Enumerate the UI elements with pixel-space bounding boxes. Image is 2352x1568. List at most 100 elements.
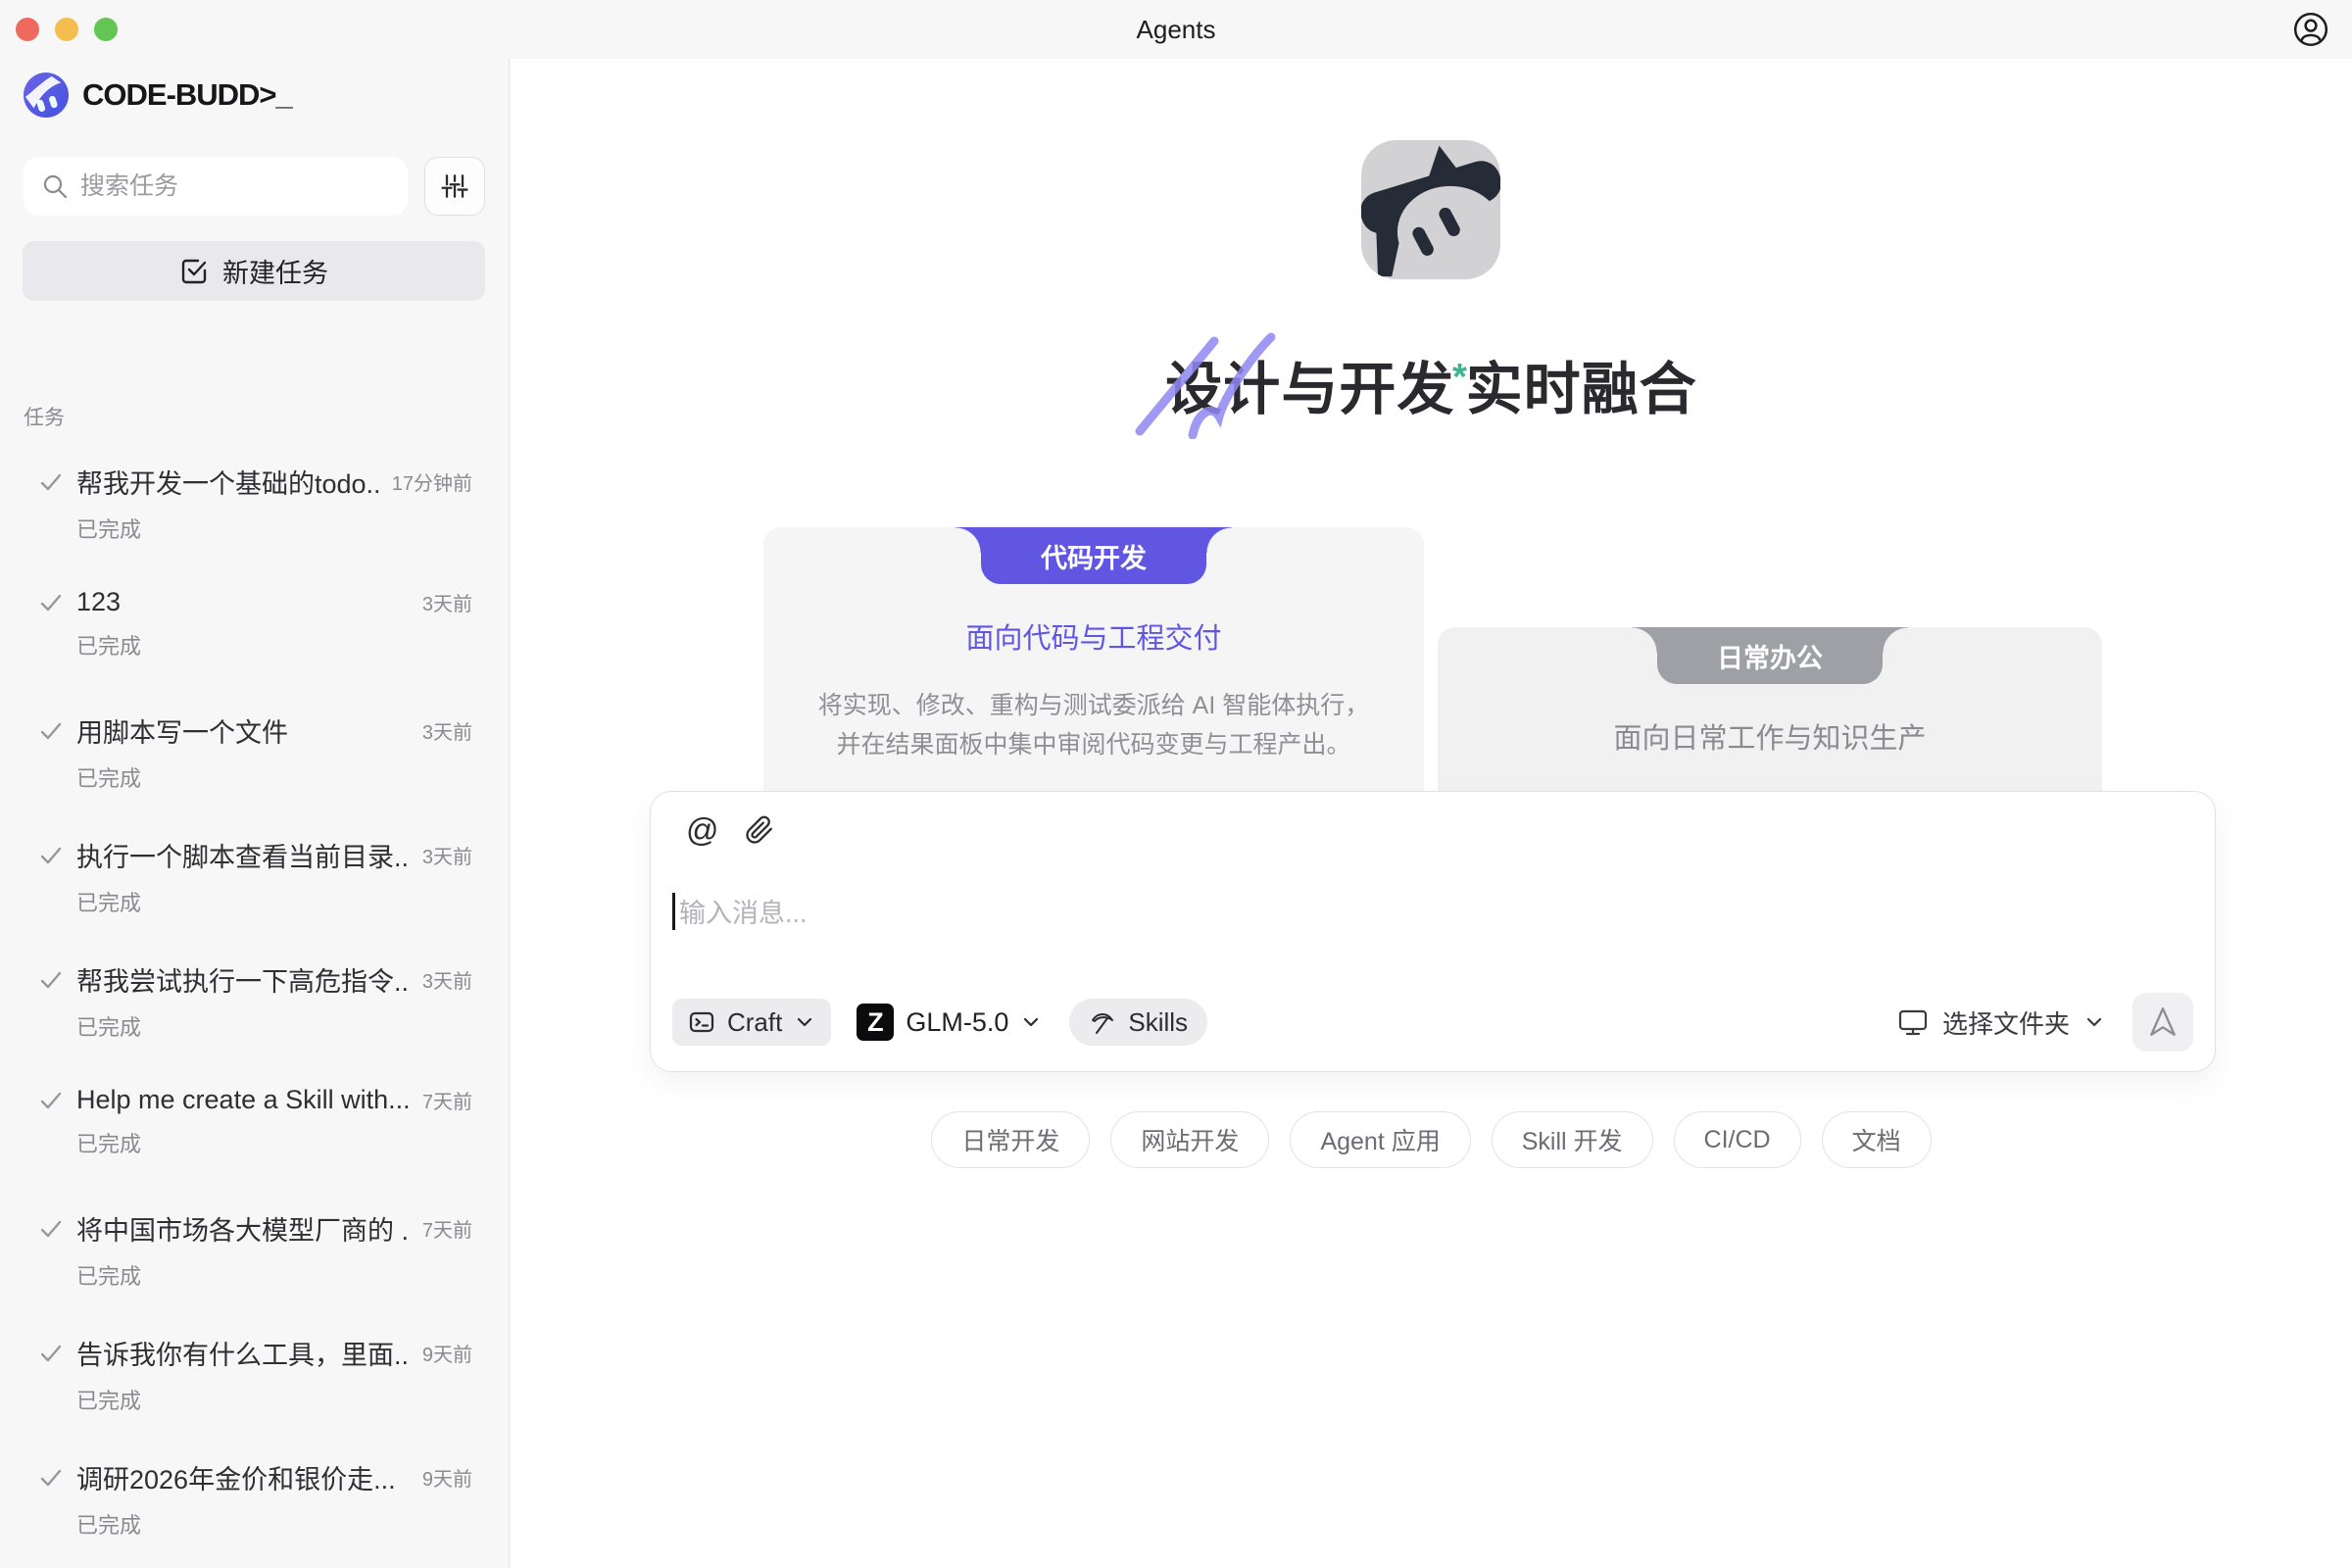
user-icon: [2288, 7, 2333, 52]
hero-title: 设计与开发*实时融合: [511, 343, 2352, 425]
task-time: 7天前: [422, 1214, 472, 1243]
chevron-down-icon: [1020, 1011, 1042, 1033]
task-title: Help me create a Skill with...: [76, 1085, 409, 1115]
check-icon: [39, 844, 63, 867]
task-title: 帮我开发一个基础的todo...: [76, 463, 378, 501]
profile-button[interactable]: [2287, 6, 2334, 53]
code-dev-title: 面向代码与工程交付: [763, 615, 1424, 657]
hero-asterisk: *: [1452, 356, 1468, 398]
chip-skill-dev[interactable]: Skill 开发: [1492, 1111, 1653, 1168]
search-row: [24, 157, 485, 216]
message-input[interactable]: 输入消息...: [672, 892, 2176, 930]
send-plane-icon: [2146, 1005, 2180, 1039]
chip-website-dev[interactable]: 网站开发: [1110, 1111, 1269, 1168]
task-list-item[interactable]: 执行一个脚本查看当前目录...3天前 已完成: [0, 822, 509, 947]
task-title: 将中国市场各大模型厂商的 ...: [76, 1209, 409, 1248]
chip-agent-app[interactable]: Agent 应用: [1290, 1111, 1470, 1168]
pickaxe-icon: [1089, 1008, 1116, 1036]
task-list-item[interactable]: 帮我开发一个基础的todo... 17分钟前 已完成: [0, 449, 509, 573]
mention-icon[interactable]: @: [686, 813, 719, 846]
search-input[interactable]: [80, 172, 390, 201]
code-dev-badge: 代码开发: [981, 527, 1206, 584]
task-time: 9天前: [422, 1339, 472, 1367]
task-list-item[interactable]: 用脚本写一个文件 3天前 已完成: [0, 698, 509, 822]
search-icon: [41, 172, 69, 200]
check-icon: [39, 470, 63, 494]
app-mascot-icon: [1361, 140, 1500, 279]
hero-part1: 设计: [1165, 358, 1281, 421]
task-list-item[interactable]: 调研2026年金价和银价走...9天前 已完成: [0, 1445, 509, 1568]
chevron-down-icon: [2083, 1011, 2105, 1033]
brand-wordmark: CODE-BUDD>_: [82, 77, 292, 113]
task-status: 已完成: [76, 1259, 472, 1291]
check-icon: [39, 719, 63, 743]
task-list-item[interactable]: 告诉我你有什么工具，里面...9天前 已完成: [0, 1320, 509, 1445]
task-time: 3天前: [422, 716, 472, 745]
model-label: GLM-5.0: [906, 1007, 1008, 1038]
craft-label: Craft: [727, 1007, 782, 1038]
check-icon: [39, 591, 63, 614]
new-task-label: 新建任务: [222, 252, 328, 290]
check-icon: [39, 1089, 63, 1112]
task-title: 调研2026年金价和银价走...: [76, 1458, 409, 1496]
task-status: 已完成: [76, 513, 472, 544]
skills-label: Skills: [1128, 1007, 1188, 1038]
check-icon: [39, 1466, 63, 1490]
chip-daily-dev[interactable]: 日常开发: [931, 1111, 1090, 1168]
hero-part3: 实时融合: [1466, 358, 1697, 421]
task-time: 7天前: [422, 1086, 472, 1114]
task-time: 3天前: [422, 841, 472, 869]
check-icon: [39, 1342, 63, 1365]
composer-toolbar: Craft Z GLM-5.0 Skills: [672, 993, 2193, 1052]
hero-part2: 与开发: [1281, 358, 1454, 421]
message-placeholder: 输入消息...: [679, 892, 808, 930]
send-button[interactable]: [2132, 993, 2193, 1052]
task-status: 已完成: [76, 1127, 472, 1158]
task-list-item[interactable]: 将中国市场各大模型厂商的 ... 7天前 已完成: [0, 1196, 509, 1320]
composer-icon-row: @: [686, 813, 774, 846]
model-logo-icon: Z: [857, 1004, 894, 1041]
message-composer[interactable]: @ 输入消息... Craft: [650, 791, 2216, 1072]
task-list-item[interactable]: 帮我尝试执行一下高危指令... 3天前 已完成: [0, 947, 509, 1071]
check-icon: [39, 968, 63, 992]
new-task-button[interactable]: 新建任务: [23, 241, 485, 301]
task-status: 已完成: [76, 1010, 472, 1042]
filter-button[interactable]: [424, 157, 485, 216]
task-status: 已完成: [76, 1508, 472, 1540]
chip-docs[interactable]: 文档: [1822, 1111, 1932, 1168]
code-dev-desc-line2: 并在结果面板中集中审阅代码变更与工程产出。: [763, 725, 1424, 764]
attach-icon[interactable]: [745, 815, 774, 845]
code-dev-description: 将实现、修改、重构与测试委派给 AI 智能体执行， 并在结果面板中集中审阅代码变…: [763, 686, 1424, 764]
brand: CODE-BUDD>_: [24, 73, 292, 118]
craft-mode-button[interactable]: Craft: [672, 999, 831, 1046]
code-dev-card[interactable]: 代码开发 面向代码与工程交付 将实现、修改、重构与测试委派给 AI 智能体执行，…: [763, 527, 1424, 811]
search-box: [24, 157, 408, 216]
task-time: 17分钟前: [392, 467, 472, 496]
model-selector[interactable]: Z GLM-5.0: [857, 1004, 1042, 1041]
sidebar: CODE-BUDD>_: [0, 59, 510, 1568]
text-caret: [672, 893, 675, 930]
select-folder-label: 选择文件夹: [1942, 1004, 2070, 1041]
task-title: 用脚本写一个文件: [76, 711, 409, 750]
task-time: 3天前: [422, 965, 472, 994]
daily-office-title: 面向日常工作与知识生产: [1438, 715, 2102, 757]
brand-avatar-icon: [24, 73, 69, 118]
task-list-item[interactable]: Help me create a Skill with... 7天前 已完成: [0, 1071, 509, 1196]
task-status: 已完成: [76, 629, 472, 661]
check-icon: [39, 1217, 63, 1241]
task-list-item[interactable]: 123 3天前 已完成: [0, 573, 509, 698]
daily-office-badge: 日常办公: [1657, 627, 1883, 684]
task-status: 已完成: [76, 761, 472, 793]
task-time: 3天前: [422, 588, 472, 616]
monitor-icon: [1897, 1007, 1929, 1037]
titlebar: Agents: [0, 0, 2352, 59]
task-title: 帮我尝试执行一下高危指令...: [76, 960, 409, 999]
codebuddy-agents-window: { "window": { "title": "Agents" }, "bran…: [0, 0, 2352, 1568]
task-title: 执行一个脚本查看当前目录...: [76, 836, 409, 874]
window-title: Agents: [0, 0, 2352, 59]
chip-cicd[interactable]: CI/CD: [1674, 1111, 1801, 1168]
skills-button[interactable]: Skills: [1069, 999, 1207, 1046]
select-folder-button[interactable]: 选择文件夹: [1897, 1004, 2105, 1041]
main-content: 设计与开发*实时融合 代码开发 面向代码与工程交付 将实现、修改、重构与测试委派…: [511, 59, 2352, 1568]
task-title: 123: [76, 587, 409, 617]
